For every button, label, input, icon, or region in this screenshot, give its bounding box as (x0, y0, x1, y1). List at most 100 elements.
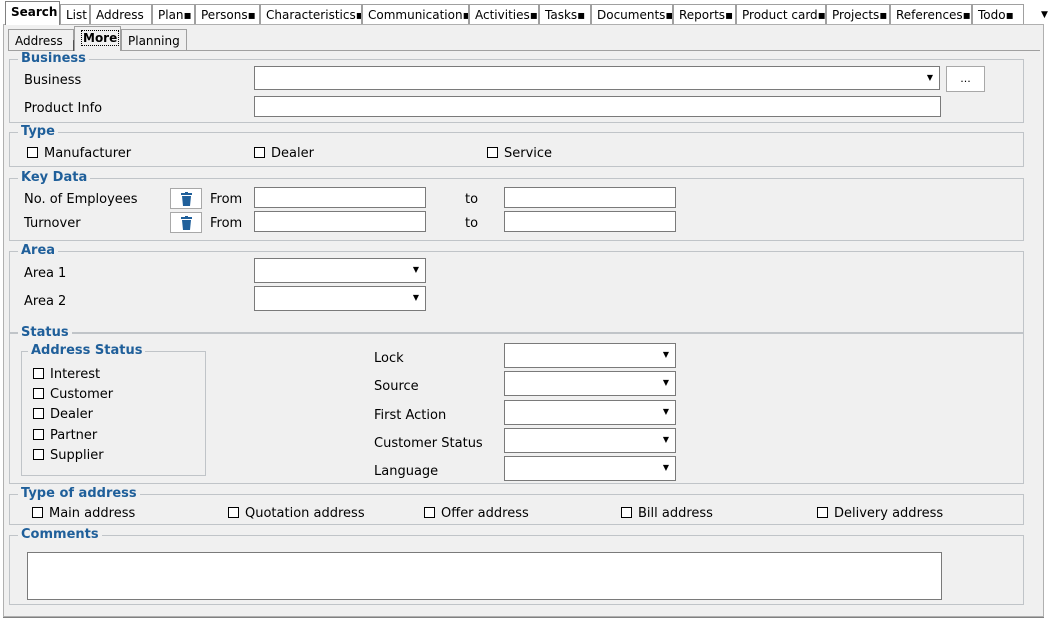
tab-projects[interactable]: Projects▪ (826, 4, 890, 24)
supplier-label: Supplier (50, 448, 104, 463)
subtab-planning[interactable]: Planning (121, 29, 187, 51)
chevron-down-icon: ▼ (412, 293, 420, 302)
bill-address-label: Bill address (638, 506, 713, 521)
customer-label: Customer (50, 387, 114, 402)
main-address-label: Main address (49, 506, 136, 521)
subtab-address[interactable]: Address (8, 29, 74, 51)
bill-address-checkbox[interactable]: Bill address (621, 506, 713, 522)
lock-combo[interactable]: ▼ (504, 343, 676, 368)
first-action-combo[interactable]: ▼ (504, 400, 676, 425)
subtab-divider (9, 50, 1040, 51)
manufacturer-checkbox[interactable]: Manufacturer (27, 146, 131, 162)
type-group-title: Type (18, 124, 58, 140)
checkbox-icon (621, 507, 632, 518)
status-group: Status Address Status Interest Customer … (9, 325, 1024, 484)
turnover-to-label: to (465, 216, 479, 231)
type-of-address-title: Type of address (18, 486, 140, 502)
chevron-down-icon: ▼ (662, 350, 670, 359)
chevron-down-icon: ▼ (662, 435, 670, 444)
address-status-title: Address Status (28, 343, 146, 359)
tab-search[interactable]: Search (5, 1, 60, 25)
checkbox-icon (33, 368, 44, 379)
checkbox-icon (817, 507, 828, 518)
customer-status-combo[interactable]: ▼ (504, 428, 676, 453)
panel-bottom-border (3, 617, 1044, 618)
status-dealer-label: Dealer (50, 407, 93, 422)
turnover-from-input[interactable] (254, 211, 426, 232)
delivery-address-checkbox[interactable]: Delivery address (817, 506, 943, 522)
tab-persons[interactable]: Persons▪ (195, 4, 260, 24)
turnover-label: Turnover (24, 216, 81, 231)
area2-combo[interactable]: ▼ (254, 286, 426, 311)
source-label: Source (374, 379, 419, 394)
tab-characteristics[interactable]: Characteristics▪ (260, 4, 362, 24)
tab-documents[interactable]: Documents▪ (591, 4, 673, 24)
tab-communication[interactable]: Communication▪ (362, 4, 469, 24)
business-browse-button[interactable]: ... (946, 66, 985, 92)
employees-to-input[interactable] (504, 187, 676, 208)
customer-checkbox[interactable]: Customer (33, 387, 113, 403)
tab-list[interactable]: List (60, 4, 90, 24)
offer-address-label: Offer address (441, 506, 529, 521)
subtab-more-label: More (81, 30, 120, 46)
tab-activities[interactable]: Activities▪ (469, 4, 539, 24)
business-label: Business (24, 73, 82, 88)
employees-to-label: to (465, 192, 479, 207)
business-group-title: Business (18, 51, 89, 67)
checkbox-icon (32, 507, 43, 518)
lock-label: Lock (374, 351, 404, 366)
offer-address-checkbox[interactable]: Offer address (424, 506, 529, 522)
address-status-group: Address Status Interest Customer Dealer … (21, 343, 206, 476)
interest-label: Interest (50, 367, 101, 382)
interest-checkbox[interactable]: Interest (33, 367, 100, 383)
key-data-group: Key Data No. of Employees From to Turnov… (9, 170, 1024, 241)
key-data-group-title: Key Data (18, 170, 91, 186)
comments-textarea[interactable] (27, 552, 942, 600)
business-combo[interactable]: ▼ (254, 66, 940, 90)
tab-tasks[interactable]: Tasks▪ (539, 4, 591, 24)
partner-label: Partner (50, 428, 98, 443)
service-label: Service (504, 146, 553, 161)
area-group: Area Area 1 ▼ Area 2 ▼ (9, 243, 1024, 333)
business-group: Business Business ▼ ... Product Info (9, 51, 1024, 123)
tab-product-card[interactable]: Product card▪ (736, 4, 826, 24)
supplier-checkbox[interactable]: Supplier (33, 448, 104, 464)
turnover-to-input[interactable] (504, 211, 676, 232)
turnover-from-label: From (210, 216, 243, 231)
subtab-more[interactable]: More (74, 26, 121, 51)
checkbox-icon (33, 408, 44, 419)
tab-address[interactable]: Address (90, 4, 152, 24)
language-combo[interactable]: ▼ (504, 456, 676, 481)
tab-todo[interactable]: Todo▪ (972, 4, 1024, 24)
partner-checkbox[interactable]: Partner (33, 428, 97, 444)
turnover-clear-button[interactable] (170, 212, 202, 233)
checkbox-icon (424, 507, 435, 518)
area-group-title: Area (18, 243, 59, 259)
checkbox-icon (33, 388, 44, 399)
checkbox-icon (33, 429, 44, 440)
manufacturer-label: Manufacturer (44, 146, 132, 161)
tab-references[interactable]: References▪ (890, 4, 972, 24)
area1-label: Area 1 (24, 266, 67, 281)
product-info-input[interactable] (254, 96, 941, 117)
source-combo[interactable]: ▼ (504, 371, 676, 396)
service-checkbox[interactable]: Service (487, 146, 552, 162)
checkbox-icon (27, 147, 38, 158)
chevron-down-icon: ▼ (926, 73, 934, 82)
employees-from-input[interactable] (254, 187, 426, 208)
type-dealer-checkbox[interactable]: Dealer (254, 146, 314, 162)
comments-group: Comments (9, 527, 1024, 605)
tab-reports[interactable]: Reports▪ (673, 4, 736, 24)
product-info-label: Product Info (24, 101, 103, 116)
tab-overflow-arrow-icon[interactable]: ▼ (1041, 10, 1048, 20)
chevron-down-icon: ▼ (662, 407, 670, 416)
employees-clear-button[interactable] (170, 188, 202, 209)
quotation-address-checkbox[interactable]: Quotation address (228, 506, 365, 522)
area1-combo[interactable]: ▼ (254, 258, 426, 283)
tab-plan[interactable]: Plan▪ (152, 4, 195, 24)
first-action-label: First Action (374, 408, 447, 423)
status-dealer-checkbox[interactable]: Dealer (33, 407, 93, 423)
main-address-checkbox[interactable]: Main address (32, 506, 135, 522)
type-group: Type Manufacturer Dealer Service (9, 124, 1024, 167)
top-tab-strip: Search List Address Plan▪ Persons▪ Chara… (3, 1, 1048, 25)
